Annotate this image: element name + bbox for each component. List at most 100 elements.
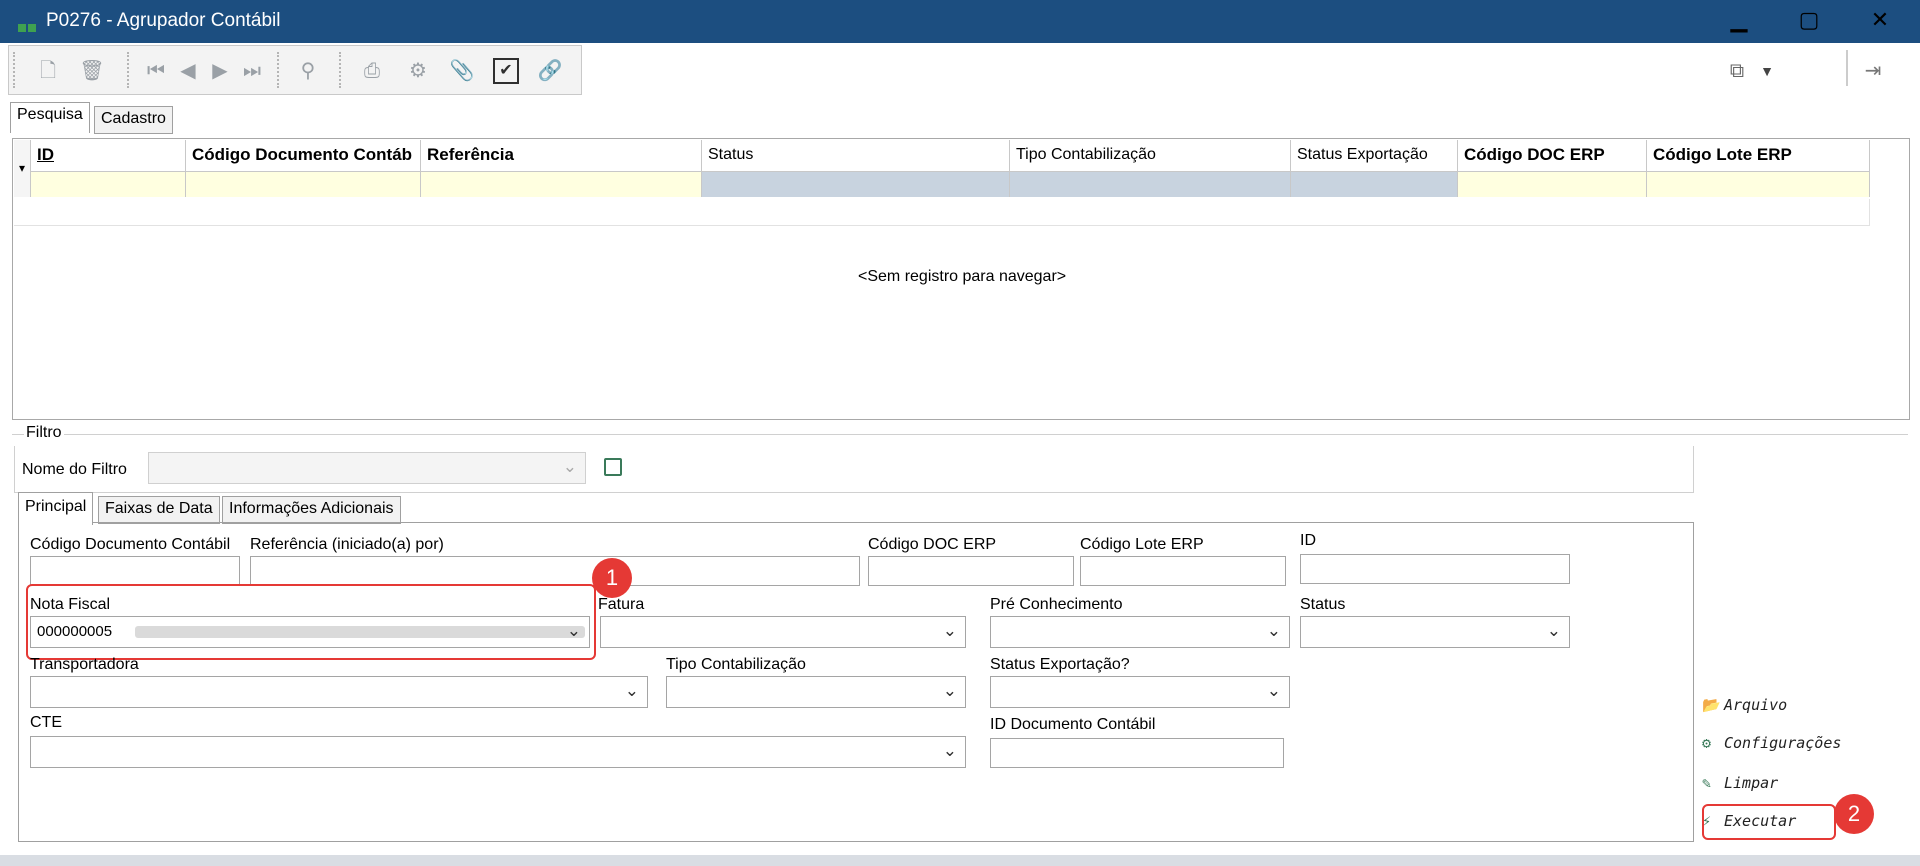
grid-filter-codigo-documento[interactable]: [186, 172, 421, 197]
fatura-select[interactable]: ⌄: [600, 616, 966, 648]
status-bar: [0, 855, 1920, 866]
grid-filter-marker: ▾: [14, 140, 31, 197]
column-header-status-exportacao[interactable]: Status Exportação: [1291, 140, 1458, 172]
grid-filter-codigo-lote-erp[interactable]: [1647, 172, 1870, 197]
previous-record-icon[interactable]: ◀: [175, 58, 201, 84]
transportadora-label: Transportadora: [30, 656, 139, 673]
toolbar: 🗋 🗑 ⏮ ◀ ▶ ⏭ ⚲ ⎙ ⚙ 📎 ✔ 🔗: [8, 45, 582, 95]
attachment-clip-icon[interactable]: 📎: [449, 58, 475, 84]
first-record-icon[interactable]: ⏮: [143, 58, 169, 84]
folder-icon: 📂: [1702, 696, 1721, 714]
link-icon[interactable]: 🔗: [537, 58, 563, 84]
toolbar-separator: [1846, 50, 1848, 86]
id-documento-contabil-input[interactable]: [990, 738, 1284, 768]
last-record-icon[interactable]: ⏭: [239, 58, 265, 84]
search-binoculars-icon[interactable]: ⚲: [295, 58, 321, 84]
maximize-button[interactable]: ▢: [1774, 0, 1844, 43]
grid-filter-status-exportacao[interactable]: [1291, 172, 1458, 197]
arquivo-action[interactable]: 📂 Arquivo: [1702, 696, 1787, 714]
annotation-badge-1: 1: [592, 558, 632, 598]
chevron-down-icon: ⌄: [942, 681, 957, 700]
export-icon[interactable]: ⧉: [1724, 58, 1750, 84]
chevron-down-icon: ⌄: [942, 621, 957, 640]
column-header-codigo-lote-erp[interactable]: Código Lote ERP: [1647, 140, 1870, 172]
chevron-down-icon[interactable]: ▼: [1754, 58, 1780, 84]
codigo-documento-input[interactable]: [30, 556, 240, 586]
grid-filter-codigo-doc-erp[interactable]: [1458, 172, 1647, 197]
filter-name-select[interactable]: ⌄: [148, 452, 586, 484]
filter-name-label: Nome do Filtro: [22, 461, 127, 478]
column-header-tipo-contabilizacao[interactable]: Tipo Contabilização: [1010, 140, 1291, 172]
codigo-doc-erp-label: Código DOC ERP: [868, 536, 997, 553]
toolbar-separator: [277, 52, 279, 88]
column-header-referencia[interactable]: Referência: [421, 140, 702, 172]
referencia-input[interactable]: [250, 556, 860, 586]
table-row: [14, 199, 1870, 226]
tipo-contabilizacao-label: Tipo Contabilização: [666, 656, 806, 673]
grid-filter-status[interactable]: [702, 172, 1010, 197]
status-exportacao-select[interactable]: ⌄: [990, 676, 1290, 708]
next-record-icon[interactable]: ▶: [207, 58, 233, 84]
exit-icon[interactable]: ⇥: [1860, 58, 1886, 84]
grid-filter-id[interactable]: [31, 172, 186, 197]
close-button[interactable]: ✕: [1845, 0, 1915, 43]
window-title: P0276 - Agrupador Contábil: [46, 10, 281, 31]
chevron-down-icon: ⌄: [624, 681, 639, 700]
limpar-action[interactable]: ✎ Limpar: [1702, 774, 1778, 792]
pre-conhecimento-select[interactable]: ⌄: [990, 616, 1290, 648]
chevron-down-icon: ⌄: [562, 457, 577, 476]
cte-label: CTE: [30, 714, 62, 731]
codigo-doc-erp-input[interactable]: [868, 556, 1074, 586]
fatura-label: Fatura: [598, 596, 645, 613]
save-filter-icon[interactable]: [604, 458, 622, 476]
configuracoes-label: Configurações: [1724, 734, 1842, 752]
chevron-down-icon: ⌄: [942, 741, 957, 760]
transportadora-select[interactable]: ⌄: [30, 676, 648, 708]
settings-gear-icon[interactable]: ⚙: [405, 58, 431, 84]
delete-icon[interactable]: 🗑: [79, 58, 105, 84]
id-documento-contabil-label: ID Documento Contábil: [990, 716, 1156, 733]
grid-filter-referencia[interactable]: [421, 172, 702, 197]
status-select[interactable]: ⌄: [1300, 616, 1570, 648]
toolbar-separator: [339, 52, 341, 88]
minimize-button[interactable]: ▁: [1704, 0, 1774, 43]
new-document-icon[interactable]: 🗋: [35, 58, 61, 84]
print-icon[interactable]: ⎙: [359, 58, 385, 84]
toolbar-separator: [13, 52, 15, 88]
settings-tree-icon: ⚙: [1702, 734, 1712, 752]
pre-conhecimento-label: Pré Conhecimento: [990, 596, 1123, 613]
id-input[interactable]: [1300, 554, 1570, 584]
toolbar-separator: [127, 52, 129, 88]
column-header-codigo-documento[interactable]: Código Documento Contáb: [186, 140, 421, 172]
status-exportacao-label: Status Exportação?: [990, 656, 1130, 673]
column-header-codigo-doc-erp[interactable]: Código DOC ERP: [1458, 140, 1647, 172]
codigo-lote-erp-input[interactable]: [1080, 556, 1286, 586]
checkbox-icon[interactable]: ✔: [493, 58, 519, 84]
app-icon: [18, 17, 38, 32]
configuracoes-action[interactable]: ⚙ Configurações: [1702, 734, 1841, 752]
tab-faixas-de-data[interactable]: Faixas de Data: [98, 496, 220, 524]
codigo-lote-erp-label: Código Lote ERP: [1080, 536, 1204, 553]
tipo-contabilizacao-select[interactable]: ⌄: [666, 676, 966, 708]
column-header-id[interactable]: ID: [31, 140, 186, 172]
status-label: Status: [1300, 596, 1346, 613]
grid-filter-tipo-contabilizacao[interactable]: [1010, 172, 1291, 197]
annotation-badge-2: 2: [1834, 794, 1874, 834]
referencia-label: Referência (iniciado(a) por): [250, 536, 444, 553]
title-bar: P0276 - Agrupador Contábil ▁ ▢ ✕: [0, 0, 1920, 43]
limpar-label: Limpar: [1724, 774, 1779, 792]
tab-principal[interactable]: Principal: [18, 492, 94, 525]
column-header-status[interactable]: Status: [702, 140, 1010, 172]
tab-cadastro[interactable]: Cadastro: [94, 106, 173, 134]
codigo-documento-label: Código Documento Contábil: [30, 536, 231, 553]
cte-select[interactable]: ⌄: [30, 736, 966, 768]
eraser-icon: ✎: [1702, 774, 1712, 792]
chevron-down-icon: ⌄: [1546, 621, 1561, 640]
tab-informacoes-adicionais[interactable]: Informações Adicionais: [222, 496, 401, 524]
empty-grid-message: <Sem registro para navegar>: [858, 268, 1067, 285]
tab-pesquisa[interactable]: Pesquisa: [10, 102, 90, 133]
chevron-down-icon: ⌄: [1266, 681, 1281, 700]
chevron-down-icon: ⌄: [1266, 621, 1281, 640]
id-label: ID: [1300, 532, 1316, 549]
highlight-nota-fiscal: [26, 584, 596, 660]
